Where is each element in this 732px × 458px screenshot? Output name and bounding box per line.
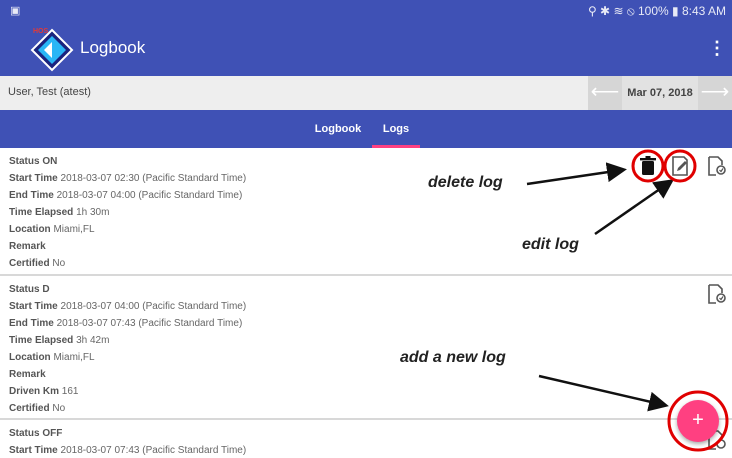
more-vert-icon[interactable]: ⋮: [708, 38, 726, 59]
log-certified-row: Certified No: [9, 258, 66, 269]
log-location: Miami,FL: [53, 224, 95, 235]
log-status: OFF: [42, 428, 63, 439]
log-elapsed-row: Time Elapsed 3h 42m: [9, 335, 110, 346]
log-driven: 161: [61, 386, 79, 397]
app-logo: HOS: [30, 28, 74, 72]
log-location: Miami,FL: [53, 352, 95, 363]
log-start-row: Start Time 2018-03-07 02:30 (Pacific Sta…: [9, 173, 247, 184]
app-bar: HOS Logbook ⋮: [0, 22, 732, 76]
log-certified: No: [52, 258, 66, 269]
log-elapsed-row: Time Elapsed 1h 30m: [9, 207, 110, 218]
log-start-row: Start Time 2018-03-07 04:00 (Pacific Sta…: [9, 301, 247, 312]
user-date-bar: User, Test (atest) ⟵ Mar 07, 2018 ⟶: [0, 76, 732, 110]
log-start: 2018-03-07 02:30 (Pacific Standard Time): [60, 173, 247, 184]
log-start: 2018-03-07 07:43 (Pacific Standard Time): [60, 445, 247, 456]
certify-doc-icon[interactable]: [704, 154, 728, 178]
status-indicators: ⚲ ✱ ≋ ⦸ 100% ▮ 8:43 AM: [587, 4, 726, 18]
arrow-right-icon[interactable]: ⟶: [698, 76, 732, 110]
log-card: Status ON Start Time 2018-03-07 02:30 (P…: [0, 148, 732, 276]
edit-note-icon[interactable]: [668, 154, 692, 178]
notification-icon: ▣: [10, 5, 21, 17]
log-list: Status ON Start Time 2018-03-07 02:30 (P…: [0, 148, 732, 458]
tab-logbook[interactable]: Logbook: [308, 110, 368, 148]
add-log-fab[interactable]: +: [677, 400, 719, 442]
log-status: ON: [42, 156, 58, 167]
log-status-row: Status D: [9, 284, 50, 295]
log-status-row: Status ON: [9, 156, 58, 167]
log-end-row: End Time 2018-03-07 07:43 (Pacific Stand…: [9, 318, 243, 329]
log-start-row: Start Time 2018-03-07 07:43 (Pacific Sta…: [9, 445, 247, 456]
logo-text: HOS: [33, 28, 49, 35]
tab-bar: Logbook Logs: [0, 110, 732, 148]
log-certified: No: [52, 403, 66, 414]
arrow-left-icon[interactable]: ⟵: [588, 76, 622, 110]
log-certified-row: Certified No: [9, 403, 66, 414]
log-remark-row: Remark: [9, 241, 46, 252]
log-card: Status OFF Start Time 2018-03-07 07:43 (…: [0, 420, 732, 458]
app-title: Logbook: [80, 38, 146, 57]
log-card: Status D Start Time 2018-03-07 04:00 (Pa…: [0, 276, 732, 420]
log-driven-row: Driven Km 161: [9, 386, 79, 397]
log-end: 2018-03-07 04:00 (Pacific Standard Time): [56, 190, 243, 201]
log-location-row: Location Miami,FL: [9, 352, 95, 363]
log-elapsed: 3h 42m: [76, 335, 110, 346]
log-end-row: End Time 2018-03-07 04:00 (Pacific Stand…: [9, 190, 243, 201]
trash-icon[interactable]: [636, 154, 660, 178]
annotation-edit: edit log: [522, 236, 579, 253]
annotation-delete: delete log: [428, 174, 503, 191]
tab-logs[interactable]: Logs: [372, 110, 420, 148]
log-status: D: [42, 284, 50, 295]
log-status-row: Status OFF: [9, 428, 63, 439]
status-bar: ▣ ⚲ ✱ ≋ ⦸ 100% ▮ 8:43 AM: [0, 0, 732, 22]
log-start: 2018-03-07 04:00 (Pacific Standard Time): [60, 301, 247, 312]
annotation-add: add a new log: [400, 349, 506, 366]
log-location-row: Location Miami,FL: [9, 224, 95, 235]
log-remark-row: Remark: [9, 369, 46, 380]
log-end: 2018-03-07 07:43 (Pacific Standard Time): [56, 318, 243, 329]
user-name: User, Test (atest): [8, 86, 91, 98]
certify-doc-icon[interactable]: [704, 282, 728, 306]
current-date: Mar 07, 2018: [622, 76, 698, 110]
log-elapsed: 1h 30m: [76, 207, 110, 218]
